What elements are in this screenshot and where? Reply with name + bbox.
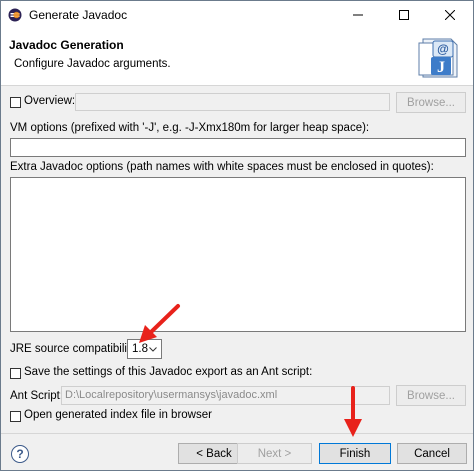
- minimize-icon: [353, 14, 363, 16]
- next-button[interactable]: Next >: [237, 443, 312, 464]
- minimize-button[interactable]: [335, 1, 381, 29]
- maximize-icon: [399, 10, 409, 20]
- annotation-arrow-finish: [344, 386, 362, 437]
- close-button[interactable]: [427, 1, 473, 29]
- svg-text:J: J: [437, 59, 445, 76]
- vm-options-label: VM options (prefixed with '-J', e.g. -J-…: [10, 122, 370, 134]
- save-settings-checkbox[interactable]: [10, 368, 21, 379]
- banner-subtitle: Configure Javadoc arguments.: [14, 58, 171, 70]
- finish-button[interactable]: Finish: [319, 443, 391, 464]
- cancel-button[interactable]: Cancel: [397, 443, 467, 464]
- annotation-arrow-jre: [139, 304, 180, 343]
- eclipse-app-icon: [8, 8, 22, 22]
- extra-options-label: Extra Javadoc options (path names with w…: [10, 161, 434, 173]
- close-icon: [445, 10, 455, 20]
- footer-separator: [1, 433, 473, 434]
- ant-script-label: Ant Script:: [10, 390, 64, 402]
- jre-compat-label: JRE source compatibility:: [10, 343, 140, 355]
- wizard-banner: Javadoc Generation Configure Javadoc arg…: [1, 29, 473, 86]
- open-index-checkbox[interactable]: [10, 411, 21, 422]
- overview-checkbox[interactable]: [10, 97, 21, 108]
- vm-options-input[interactable]: [10, 138, 466, 157]
- javadoc-wizard-icon: @ J: [418, 38, 458, 78]
- chevron-down-icon: [148, 346, 161, 352]
- window-title: Generate Javadoc: [29, 8, 128, 22]
- ant-script-browse-button[interactable]: Browse...: [396, 385, 466, 406]
- maximize-button[interactable]: [381, 1, 427, 29]
- svg-text:@: @: [437, 42, 449, 56]
- open-index-label: Open generated index file in browser: [24, 409, 212, 421]
- banner-title: Javadoc Generation: [9, 38, 124, 52]
- overview-input[interactable]: [75, 93, 390, 111]
- save-settings-label: Save the settings of this Javadoc export…: [24, 366, 313, 378]
- extra-options-textarea[interactable]: [10, 177, 466, 332]
- generate-javadoc-dialog: Generate Javadoc Javadoc Generation Conf…: [0, 0, 474, 471]
- overview-label: Overview:: [24, 95, 76, 107]
- title-bar: Generate Javadoc: [1, 1, 473, 29]
- overview-browse-button[interactable]: Browse...: [396, 92, 466, 113]
- help-button[interactable]: ?: [11, 445, 29, 463]
